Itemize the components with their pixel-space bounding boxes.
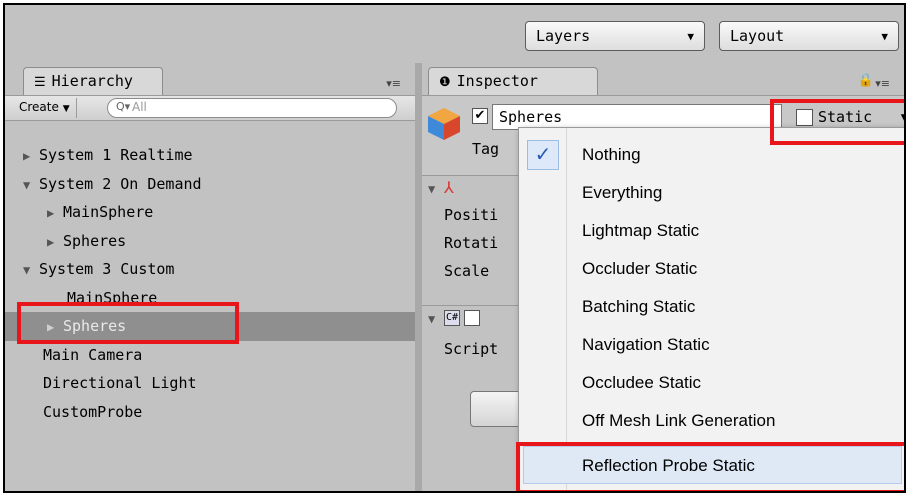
static-flags-menu: ✓ Nothing Everything Lightmap Static Occ…	[518, 127, 904, 491]
panel-menu-icon[interactable]: ▾≡	[386, 77, 401, 90]
menu-item-label: Lightmap Static	[582, 221, 700, 240]
expand-arrow-icon[interactable]: ▶	[23, 142, 39, 170]
position-label: Positi	[444, 206, 499, 224]
create-button[interactable]: Create ▼	[13, 98, 77, 118]
tree-item[interactable]: ▶ MainSphere	[5, 198, 415, 227]
script-label: Script	[444, 340, 499, 358]
tab-inspector[interactable]: ❶ Inspector	[428, 67, 598, 95]
list-icon: ☰	[34, 75, 46, 90]
tree-item[interactable]: MainSphere	[5, 284, 415, 313]
tree-item[interactable]: CustomProbe	[5, 398, 415, 427]
hierarchy-panel: ☰ Hierarchy ▾≡ Create ▼ Q▾ All ▶ System 1 …	[5, 67, 415, 491]
expand-arrow-icon[interactable]: ▶	[47, 313, 63, 341]
menu-item-nothing[interactable]: ✓ Nothing	[519, 136, 904, 174]
tree-item-label: System 1 Realtime	[39, 146, 193, 164]
tree-item[interactable]: ▶ System 1 Realtime	[5, 141, 415, 170]
search-placeholder: All	[132, 100, 147, 114]
info-icon: ❶	[439, 75, 451, 90]
tree-item-label: Spheres	[63, 231, 127, 250]
tree-item-label: MainSphere	[63, 203, 154, 221]
active-checkbox[interactable]: ✔	[472, 108, 488, 124]
rotation-label: Rotati	[444, 234, 499, 252]
menu-item-label: Off Mesh Link Generation	[582, 411, 776, 430]
expand-arrow-icon[interactable]: ▶	[47, 228, 63, 256]
static-label: Static	[818, 108, 873, 126]
expand-arrow-icon[interactable]: ▶	[47, 199, 63, 227]
chevron-down-icon: ▼	[881, 30, 888, 43]
menu-item-label: Occluder Static	[582, 259, 698, 278]
chevron-down-icon: ▼	[62, 104, 70, 114]
object-name-value: Spheres	[499, 108, 563, 126]
transform-axes-icon: ⅄	[444, 178, 454, 197]
menu-item-off-mesh-link-generation[interactable]: Off Mesh Link Generation	[519, 402, 904, 440]
tree-item[interactable]: Main Camera	[5, 341, 415, 370]
checkmark-icon: ✓	[527, 140, 559, 170]
tree-item-selected[interactable]: ▶ Spheres	[5, 312, 415, 341]
chevron-down-icon: ▼	[687, 30, 694, 43]
tab-hierarchy[interactable]: ☰ Hierarchy	[23, 67, 163, 95]
menu-item-batching-static[interactable]: Batching Static	[519, 288, 904, 326]
layout-label: Layout	[730, 27, 785, 45]
tree-item[interactable]: ▼ System 2 On Demand	[5, 170, 415, 199]
unity-editor-window: Layers ▼ Layout ▼ ☰ Hierarchy ▾≡ Create ▼…	[3, 3, 906, 493]
tree-item[interactable]: ▶ Spheres	[5, 227, 415, 256]
menu-item-occludee-static[interactable]: Occludee Static	[519, 364, 904, 402]
panel-divider[interactable]	[415, 63, 422, 491]
tab-hierarchy-label: Hierarchy	[51, 72, 133, 90]
collapse-arrow-icon[interactable]: ▼	[23, 171, 39, 199]
component-enabled-checkbox[interactable]	[464, 310, 480, 326]
menu-item-lightmap-static[interactable]: Lightmap Static	[519, 212, 904, 250]
tree-item-label: System 2 On Demand	[39, 174, 202, 193]
scale-label: Scale	[444, 262, 490, 280]
menu-item-reflection-probe-static[interactable]: Reflection Probe Static	[523, 446, 902, 484]
menu-item-occluder-static[interactable]: Occluder Static	[519, 250, 904, 288]
tree-item[interactable]: Directional Light	[5, 369, 415, 398]
gameobject-cube-icon	[428, 108, 460, 140]
static-checkbox[interactable]	[796, 109, 813, 126]
top-toolbar: Layers ▼ Layout ▼	[5, 5, 904, 63]
layers-label: Layers	[536, 27, 591, 45]
hierarchy-tree: ▶ System 1 Realtime ▼ System 2 On Demand ▶…	[5, 141, 415, 426]
collapse-arrow-icon[interactable]: ▼	[23, 256, 39, 284]
tree-item-label: MainSphere	[67, 288, 158, 307]
menu-item-label: Occludee Static	[582, 373, 702, 392]
script-icon: C#	[444, 310, 460, 326]
tree-item-label: Spheres	[63, 317, 127, 335]
menu-item-label: Batching Static	[582, 297, 696, 316]
layers-dropdown[interactable]: Layers ▼	[525, 21, 705, 51]
tree-item-label: CustomProbe	[43, 402, 143, 421]
tab-inspector-label: Inspector	[456, 72, 538, 90]
search-icon: Q▾	[116, 100, 131, 113]
menu-item-everything[interactable]: Everything	[519, 174, 904, 212]
panel-menu-icon[interactable]: ▾≡	[875, 77, 890, 90]
layout-dropdown[interactable]: Layout ▼	[719, 21, 899, 51]
create-label: Create	[19, 100, 59, 114]
chevron-down-icon: ▼	[901, 110, 904, 124]
lock-icon[interactable]: 🔒	[858, 73, 874, 88]
menu-item-navigation-static[interactable]: Navigation Static	[519, 326, 904, 364]
hierarchy-search-input[interactable]: Q▾ All	[107, 98, 397, 118]
tag-label: Tag	[472, 140, 500, 158]
tree-item-label: Directional Light	[43, 374, 197, 392]
menu-item-label: Navigation Static	[582, 335, 710, 354]
menu-item-label: Nothing	[582, 145, 641, 164]
foldout-arrow-icon[interactable]: ▼	[428, 312, 435, 326]
hierarchy-toolbar: Create ▼ Q▾ All	[5, 95, 415, 121]
menu-item-label: Everything	[582, 183, 663, 202]
foldout-arrow-icon[interactable]: ▼	[428, 182, 435, 196]
tree-item-label: System 3 Custom	[39, 260, 175, 278]
tree-item-label: Main Camera	[43, 345, 143, 364]
menu-item-label: Reflection Probe Static	[582, 456, 755, 475]
tree-item[interactable]: ▼ System 3 Custom	[5, 255, 415, 284]
